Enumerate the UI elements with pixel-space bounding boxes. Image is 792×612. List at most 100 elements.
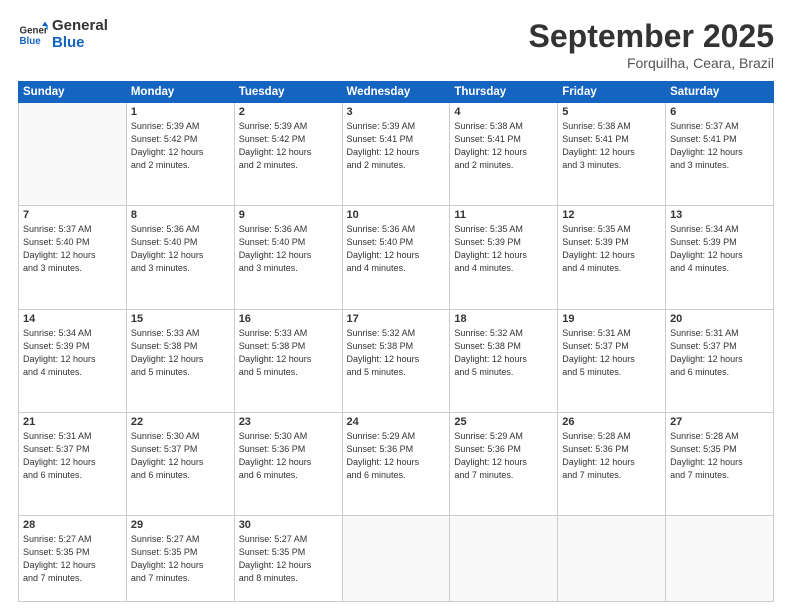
col-header-monday: Monday — [126, 82, 234, 103]
day-info: Sunrise: 5:36 AM Sunset: 5:40 PM Dayligh… — [131, 223, 230, 275]
day-info: Sunrise: 5:31 AM Sunset: 5:37 PM Dayligh… — [670, 327, 769, 379]
calendar-cell: 25 Sunrise: 5:29 AM Sunset: 5:36 PM Dayli… — [450, 412, 558, 515]
title-block: September 2025 Forquilha, Ceara, Brazil — [529, 18, 774, 71]
day-number: 24 — [347, 416, 446, 428]
col-header-friday: Friday — [558, 82, 666, 103]
calendar-cell: 7 Sunrise: 5:37 AM Sunset: 5:40 PM Daylig… — [19, 206, 127, 309]
day-info: Sunrise: 5:33 AM Sunset: 5:38 PM Dayligh… — [239, 327, 338, 379]
col-header-saturday: Saturday — [666, 82, 774, 103]
day-info: Sunrise: 5:37 AM Sunset: 5:40 PM Dayligh… — [23, 223, 122, 275]
day-number: 28 — [23, 519, 122, 531]
calendar-week-row: 1Sunrise: 5:39 AM Sunset: 5:42 PM Daylig… — [19, 103, 774, 206]
calendar-cell: 18Sunrise: 5:32 AM Sunset: 5:38 PM Dayli… — [450, 309, 558, 412]
calendar-cell: 20 Sunrise: 5:31 AM Sunset: 5:37 PM Dayli… — [666, 309, 774, 412]
calendar-cell — [666, 516, 774, 602]
day-info: Sunrise: 5:36 AM Sunset: 5:40 PM Dayligh… — [239, 223, 338, 275]
day-info: Sunrise: 5:35 AM Sunset: 5:39 PM Dayligh… — [454, 223, 553, 275]
calendar-cell: 29Sunrise: 5:27 AM Sunset: 5:35 PM Dayli… — [126, 516, 234, 602]
day-info: Sunrise: 5:29 AM Sunset: 5:36 PM Dayligh… — [347, 430, 446, 482]
day-info: Sunrise: 5:28 AM Sunset: 5:35 PM Dayligh… — [670, 430, 769, 482]
day-info: Sunrise: 5:27 AM Sunset: 5:35 PM Dayligh… — [131, 533, 230, 585]
day-info: Sunrise: 5:37 AM Sunset: 5:41 PM Dayligh… — [670, 120, 769, 172]
logo-line2: Blue — [52, 35, 108, 52]
calendar-cell: 30 Sunrise: 5:27 AM Sunset: 5:35 PM Dayli… — [234, 516, 342, 602]
day-number: 14 — [23, 313, 122, 325]
day-number: 30 — [239, 519, 338, 531]
calendar-cell: 6 Sunrise: 5:37 AM Sunset: 5:41 PM Daylig… — [666, 103, 774, 206]
calendar-cell: 3 Sunrise: 5:39 AM Sunset: 5:41 PM Daylig… — [342, 103, 450, 206]
calendar-cell: 28Sunrise: 5:27 AM Sunset: 5:35 PM Dayli… — [19, 516, 127, 602]
calendar-cell: 19 Sunrise: 5:31 AM Sunset: 5:37 PM Dayli… — [558, 309, 666, 412]
logo: General Blue General Blue — [18, 18, 108, 51]
calendar-cell: 12 Sunrise: 5:35 AM Sunset: 5:39 PM Dayli… — [558, 206, 666, 309]
logo-line1: General — [52, 18, 108, 35]
calendar-cell — [558, 516, 666, 602]
day-info: Sunrise: 5:34 AM Sunset: 5:39 PM Dayligh… — [23, 327, 122, 379]
day-info: Sunrise: 5:29 AM Sunset: 5:36 PM Dayligh… — [454, 430, 553, 482]
calendar-cell: 9 Sunrise: 5:36 AM Sunset: 5:40 PM Daylig… — [234, 206, 342, 309]
calendar-cell: 23 Sunrise: 5:30 AM Sunset: 5:36 PM Dayli… — [234, 412, 342, 515]
header: General Blue General Blue September 2025… — [18, 18, 774, 71]
day-number: 17 — [347, 313, 446, 325]
day-number: 3 — [347, 106, 446, 118]
calendar-cell: 24 Sunrise: 5:29 AM Sunset: 5:36 PM Dayli… — [342, 412, 450, 515]
logo-icon: General Blue — [18, 20, 48, 50]
day-info: Sunrise: 5:38 AM Sunset: 5:41 PM Dayligh… — [454, 120, 553, 172]
day-number: 20 — [670, 313, 769, 325]
col-header-thursday: Thursday — [450, 82, 558, 103]
day-number: 10 — [347, 209, 446, 221]
day-number: 26 — [562, 416, 661, 428]
day-info: Sunrise: 5:39 AM Sunset: 5:42 PM Dayligh… — [131, 120, 230, 172]
day-number: 6 — [670, 106, 769, 118]
calendar-cell: 1Sunrise: 5:39 AM Sunset: 5:42 PM Daylig… — [126, 103, 234, 206]
col-header-tuesday: Tuesday — [234, 82, 342, 103]
calendar-cell: 2Sunrise: 5:39 AM Sunset: 5:42 PM Daylig… — [234, 103, 342, 206]
day-info: Sunrise: 5:30 AM Sunset: 5:36 PM Dayligh… — [239, 430, 338, 482]
day-number: 19 — [562, 313, 661, 325]
day-number: 9 — [239, 209, 338, 221]
calendar-cell — [450, 516, 558, 602]
calendar-cell: 14 Sunrise: 5:34 AM Sunset: 5:39 PM Dayli… — [19, 309, 127, 412]
day-number: 25 — [454, 416, 553, 428]
day-number: 4 — [454, 106, 553, 118]
col-header-wednesday: Wednesday — [342, 82, 450, 103]
calendar-week-row: 28 Sunrise: 5:27 AM Sunset: 5:35 PM Dayli… — [19, 516, 774, 602]
calendar-cell: 13 Sunrise: 5:34 AM Sunset: 5:39 PM Dayli… — [666, 206, 774, 309]
calendar-cell: 4 Sunrise: 5:38 AM Sunset: 5:41 PM Daylig… — [450, 103, 558, 206]
day-info: Sunrise: 5:32 AM Sunset: 5:38 PM Dayligh… — [347, 327, 446, 379]
day-number: 18 — [454, 313, 553, 325]
calendar-cell: 11Sunrise: 5:35 AM Sunset: 5:39 PM Dayli… — [450, 206, 558, 309]
calendar-cell: 5Sunrise: 5:38 AM Sunset: 5:41 PM Daylig… — [558, 103, 666, 206]
day-number: 12 — [562, 209, 661, 221]
day-number: 13 — [670, 209, 769, 221]
day-number: 23 — [239, 416, 338, 428]
calendar-cell: 21 Sunrise: 5:31 AM Sunset: 5:37 PM Dayli… — [19, 412, 127, 515]
day-info: Sunrise: 5:28 AM Sunset: 5:36 PM Dayligh… — [562, 430, 661, 482]
day-info: Sunrise: 5:36 AM Sunset: 5:40 PM Dayligh… — [347, 223, 446, 275]
calendar-week-row: 14 Sunrise: 5:34 AM Sunset: 5:39 PM Dayli… — [19, 309, 774, 412]
calendar-cell — [342, 516, 450, 602]
calendar-week-row: 7 Sunrise: 5:37 AM Sunset: 5:40 PM Daylig… — [19, 206, 774, 309]
calendar-cell — [19, 103, 127, 206]
calendar-cell: 16 Sunrise: 5:33 AM Sunset: 5:38 PM Dayli… — [234, 309, 342, 412]
day-number: 8 — [131, 209, 230, 221]
svg-text:Blue: Blue — [20, 36, 42, 47]
day-info: Sunrise: 5:34 AM Sunset: 5:39 PM Dayligh… — [670, 223, 769, 275]
day-info: Sunrise: 5:31 AM Sunset: 5:37 PM Dayligh… — [23, 430, 122, 482]
day-info: Sunrise: 5:31 AM Sunset: 5:37 PM Dayligh… — [562, 327, 661, 379]
day-number: 22 — [131, 416, 230, 428]
day-number: 16 — [239, 313, 338, 325]
day-info: Sunrise: 5:35 AM Sunset: 5:39 PM Dayligh… — [562, 223, 661, 275]
day-number: 5 — [562, 106, 661, 118]
calendar-header-row: SundayMondayTuesdayWednesdayThursdayFrid… — [19, 82, 774, 103]
calendar-cell: 26 Sunrise: 5:28 AM Sunset: 5:36 PM Dayli… — [558, 412, 666, 515]
day-info: Sunrise: 5:39 AM Sunset: 5:41 PM Dayligh… — [347, 120, 446, 172]
day-number: 27 — [670, 416, 769, 428]
day-info: Sunrise: 5:27 AM Sunset: 5:35 PM Dayligh… — [239, 533, 338, 585]
calendar: SundayMondayTuesdayWednesdayThursdayFrid… — [18, 81, 774, 602]
day-number: 2 — [239, 106, 338, 118]
day-info: Sunrise: 5:30 AM Sunset: 5:37 PM Dayligh… — [131, 430, 230, 482]
day-number: 7 — [23, 209, 122, 221]
day-number: 21 — [23, 416, 122, 428]
calendar-week-row: 21 Sunrise: 5:31 AM Sunset: 5:37 PM Dayli… — [19, 412, 774, 515]
